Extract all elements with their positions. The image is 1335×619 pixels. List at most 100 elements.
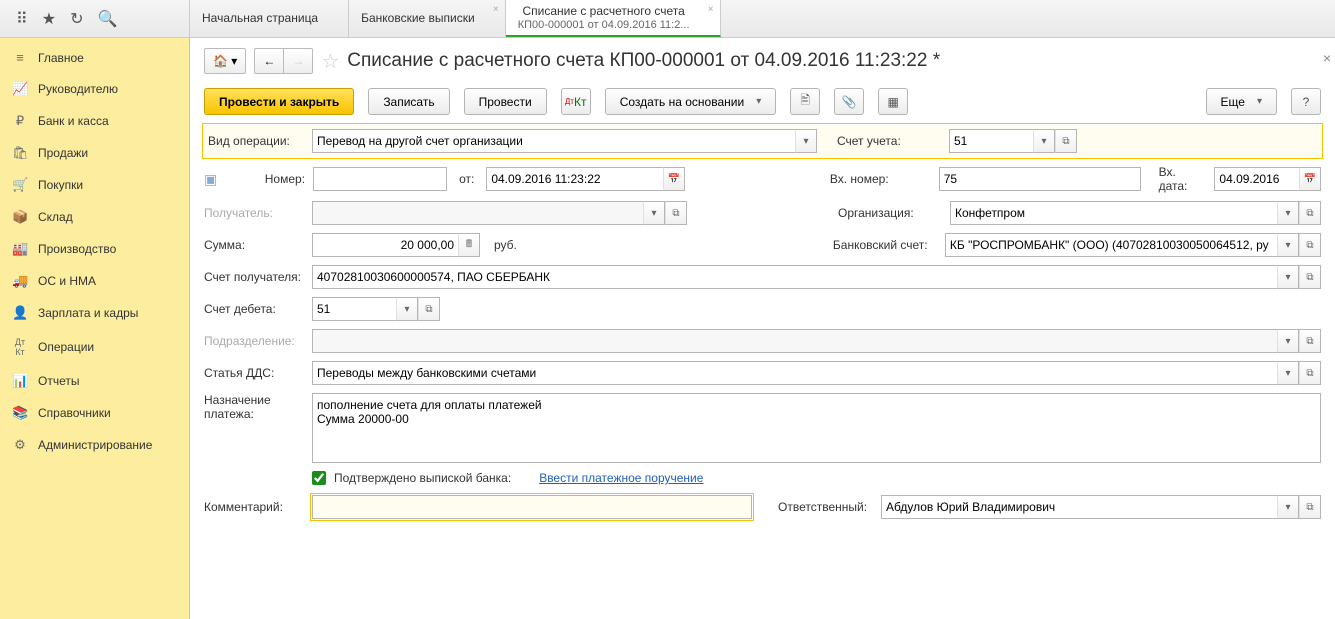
op-type-input[interactable] bbox=[317, 130, 791, 152]
dropdown-icon[interactable]: ▾ bbox=[643, 201, 665, 225]
person-icon: 👤 bbox=[12, 305, 28, 321]
dropdown-icon[interactable]: ▾ bbox=[1033, 129, 1055, 153]
comment-input[interactable] bbox=[317, 496, 747, 518]
label-bank-acc: Банковский счет: bbox=[833, 238, 937, 252]
page-title: Списание с расчетного счета КП00-000001 … bbox=[347, 50, 940, 72]
content-header: 🏠 ▾ ←→ ☆ Списание с расчетного счета КП0… bbox=[204, 48, 1321, 74]
history-icon[interactable]: ↻ bbox=[70, 9, 83, 29]
dropdown-icon[interactable]: ▾ bbox=[1277, 265, 1299, 289]
label-recip-acc: Счет получателя: bbox=[204, 270, 304, 284]
sidebar-item-assets[interactable]: 🚚ОС и НМА bbox=[0, 265, 189, 297]
label-org: Организация: bbox=[838, 206, 942, 220]
label-division: Подразделение: bbox=[204, 334, 304, 348]
open-icon[interactable]: ⧉ bbox=[1055, 129, 1077, 153]
open-icon[interactable]: ⧉ bbox=[1299, 495, 1321, 519]
dropdown-icon[interactable]: ▾ bbox=[1277, 361, 1299, 385]
dropdown-icon[interactable]: ▾ bbox=[1277, 495, 1299, 519]
gear-icon: ⚙ bbox=[12, 437, 28, 453]
sidebar-item-warehouse[interactable]: 📦Склад bbox=[0, 201, 189, 233]
bars-icon: 📊 bbox=[12, 373, 28, 389]
sidebar-item-admin[interactable]: ⚙Администрирование bbox=[0, 429, 189, 461]
dropdown-icon[interactable]: ▾ bbox=[1277, 329, 1299, 353]
open-icon[interactable]: ⧉ bbox=[418, 297, 440, 321]
calculator-icon[interactable]: 🖩 bbox=[458, 233, 480, 257]
more-button[interactable]: Еще bbox=[1206, 88, 1277, 115]
back-button[interactable]: ← bbox=[254, 48, 284, 74]
close-icon[interactable]: × bbox=[1323, 50, 1331, 66]
label-from: от: bbox=[459, 172, 474, 186]
debit-acc-input[interactable] bbox=[317, 298, 392, 320]
open-icon[interactable]: ⧉ bbox=[1299, 201, 1321, 225]
create-based-button[interactable]: Создать на основании bbox=[605, 88, 777, 115]
forward-button[interactable]: → bbox=[284, 48, 313, 74]
label-sum: Сумма: bbox=[204, 238, 304, 252]
tab-bank[interactable]: Банковские выписки× bbox=[349, 0, 506, 37]
responsible-input[interactable] bbox=[886, 496, 1273, 518]
attach-button[interactable]: 📎 bbox=[834, 88, 864, 115]
enter-pp-link[interactable]: Ввести платежное поручение bbox=[539, 471, 703, 485]
label-purpose: Назначениеплатежа: bbox=[204, 393, 304, 421]
purpose-textarea[interactable] bbox=[312, 393, 1321, 463]
basket-icon: 🛒 bbox=[12, 177, 28, 193]
label-responsible: Ответственный: bbox=[778, 500, 873, 514]
open-icon[interactable]: ⧉ bbox=[1299, 361, 1321, 385]
save-button[interactable]: Записать bbox=[368, 88, 449, 115]
list-button[interactable]: ▦ bbox=[878, 88, 908, 115]
open-icon[interactable]: ⧉ bbox=[1299, 233, 1321, 257]
sidebar-item-main[interactable]: ≡Главное bbox=[0, 42, 189, 73]
toolbar: Провести и закрыть Записать Провести ДтК… bbox=[204, 88, 1321, 115]
label-in-date: Вх. дата: bbox=[1159, 165, 1207, 193]
sidebar-item-sales[interactable]: 🛍Продажи bbox=[0, 137, 189, 169]
tab-document[interactable]: Списание с расчетного счета КП00-000001 … bbox=[506, 0, 721, 37]
dropdown-icon[interactable]: ▾ bbox=[1277, 233, 1299, 257]
open-icon[interactable]: ⧉ bbox=[1299, 329, 1321, 353]
apps-icon[interactable]: ⠿ bbox=[16, 9, 28, 29]
calendar-icon[interactable]: 📅 bbox=[663, 167, 685, 191]
tab-home[interactable]: Начальная страница bbox=[190, 0, 349, 37]
sidebar-item-bank[interactable]: ₽Банк и касса bbox=[0, 105, 189, 137]
star-icon[interactable]: ★ bbox=[42, 9, 56, 29]
number-input[interactable] bbox=[318, 168, 442, 190]
label-rub: руб. bbox=[494, 238, 517, 252]
label-recipient: Получатель: bbox=[204, 206, 304, 220]
doc-button[interactable]: 🖹 bbox=[790, 88, 820, 115]
close-icon[interactable]: × bbox=[493, 4, 499, 15]
search-icon[interactable]: 🔍 bbox=[97, 9, 117, 29]
label-comment: Комментарий: bbox=[204, 500, 304, 514]
bank-acc-input[interactable] bbox=[950, 234, 1273, 256]
sidebar-item-production[interactable]: 🏭Производство bbox=[0, 233, 189, 265]
checkbox-icon: ▣ bbox=[204, 171, 221, 188]
calendar-icon[interactable]: 📅 bbox=[1299, 167, 1321, 191]
sum-input[interactable] bbox=[317, 234, 454, 256]
confirmed-checkbox[interactable] bbox=[312, 471, 326, 485]
dtct-icon: ДтКт bbox=[12, 337, 28, 357]
post-button[interactable]: Провести bbox=[464, 88, 547, 115]
account-input[interactable] bbox=[954, 130, 1029, 152]
sidebar-item-purchases[interactable]: 🛒Покупки bbox=[0, 169, 189, 201]
label-account: Счет учета: bbox=[837, 134, 941, 148]
open-icon[interactable]: ⧉ bbox=[1299, 265, 1321, 289]
recip-acc-input[interactable] bbox=[317, 266, 1273, 288]
sidebar-item-catalogs[interactable]: 📚Справочники bbox=[0, 397, 189, 429]
dropdown-icon[interactable]: ▾ bbox=[795, 129, 817, 153]
home-button[interactable]: 🏠 ▾ bbox=[204, 48, 246, 74]
in-date-input[interactable] bbox=[1219, 168, 1295, 190]
sidebar-item-hr[interactable]: 👤Зарплата и кадры bbox=[0, 297, 189, 329]
close-icon[interactable]: × bbox=[708, 4, 714, 15]
sidebar-item-reports[interactable]: 📊Отчеты bbox=[0, 365, 189, 397]
favorite-icon[interactable]: ☆ bbox=[321, 49, 339, 74]
help-button[interactable]: ? bbox=[1291, 88, 1321, 115]
dtct-button[interactable]: ДтКт bbox=[561, 88, 591, 115]
org-input[interactable] bbox=[955, 202, 1273, 224]
post-close-button[interactable]: Провести и закрыть bbox=[204, 88, 354, 115]
date-input[interactable] bbox=[491, 168, 659, 190]
sidebar-item-manager[interactable]: 📈Руководителю bbox=[0, 73, 189, 105]
dropdown-icon[interactable]: ▾ bbox=[396, 297, 418, 321]
sidebar-item-operations[interactable]: ДтКтОперации bbox=[0, 329, 189, 365]
in-num-input[interactable] bbox=[944, 168, 1136, 190]
open-icon[interactable]: ⧉ bbox=[665, 201, 687, 225]
label-number: Номер: bbox=[229, 172, 305, 186]
dropdown-icon[interactable]: ▾ bbox=[1277, 201, 1299, 225]
box-icon: 📦 bbox=[12, 209, 28, 225]
dds-input[interactable] bbox=[317, 362, 1273, 384]
